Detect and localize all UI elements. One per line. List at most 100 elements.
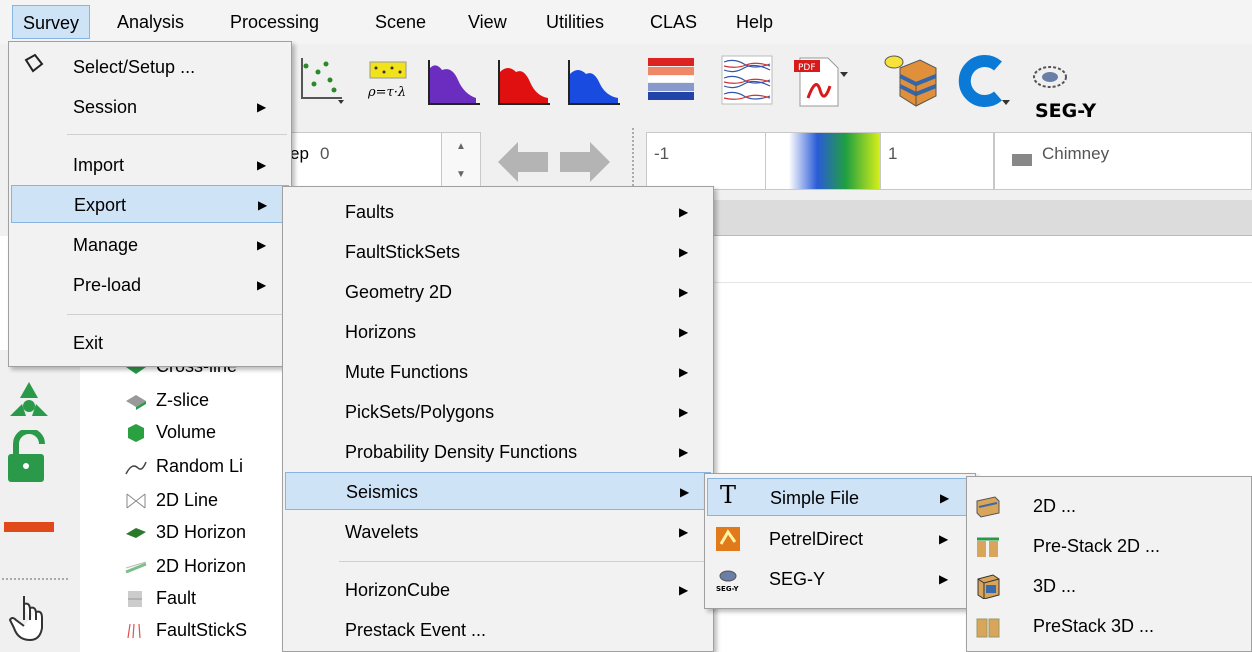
3d-seismic-icon — [977, 574, 1000, 599]
arrow-left-icon[interactable] — [496, 140, 550, 184]
prestack-3d-icon — [976, 618, 1000, 638]
menu-analysis[interactable]: Analysis — [107, 5, 194, 39]
menuitem-mute-functions[interactable]: Mute Functions ▶ — [285, 353, 711, 391]
tree-item-random-line[interactable]: Random Li — [124, 450, 290, 482]
tab-strip — [620, 200, 1252, 236]
faultstick-icon — [124, 620, 148, 642]
tree-item-fault[interactable]: Fault — [124, 582, 196, 614]
menuitem-segy[interactable]: SEG-Y ▶ — [707, 560, 973, 598]
svg-text:ρ=τ·λ: ρ=τ·λ — [367, 85, 406, 100]
clas-logo-icon[interactable] — [952, 50, 1012, 112]
lock-icon[interactable] — [0, 430, 58, 484]
submenu-arrow-icon: ▶ — [257, 100, 267, 114]
simplefile-submenu: 2D ... Pre-Stack 2D ... 3D ... PreStack … — [966, 476, 1252, 652]
fault-icon — [124, 588, 148, 610]
3d-horizon-icon — [124, 522, 148, 544]
colorbar-gradient[interactable] — [765, 132, 881, 190]
menuitem-import[interactable]: Import ▶ — [11, 146, 289, 184]
seismic-colorbar-icon[interactable] — [642, 50, 702, 112]
menuitem-3d[interactable]: 3D ... — [969, 567, 1249, 605]
menu-separator — [67, 134, 287, 135]
submenu-arrow-icon: ▶ — [679, 405, 689, 419]
left-tool-strip — [0, 350, 80, 652]
menuitem-wavelets[interactable]: Wavelets ▶ — [285, 513, 711, 551]
volume-cube-icon — [124, 422, 148, 444]
attribute-field[interactable] — [994, 132, 1252, 190]
pdf-export-icon[interactable]: PDF — [790, 50, 850, 112]
menu-clas[interactable]: CLAS — [640, 5, 707, 39]
menuitem-session[interactable]: Session ▶ — [11, 88, 289, 126]
menuitem-2d[interactable]: 2D ... — [969, 487, 1249, 525]
blue-spectrum-icon[interactable] — [564, 50, 624, 112]
submenu-arrow-icon: ▶ — [257, 158, 267, 172]
submenu-arrow-icon: ▶ — [679, 245, 689, 259]
step-spinner[interactable]: ▲ ▼ — [441, 132, 481, 190]
arrow-right-icon[interactable] — [558, 140, 612, 184]
submenu-arrow-icon: ▶ — [257, 278, 267, 292]
purple-spectrum-icon[interactable] — [424, 50, 484, 112]
menu-processing[interactable]: Processing — [220, 5, 329, 39]
layered-cube-icon[interactable] — [880, 50, 940, 112]
rotate-view-icon[interactable] — [0, 376, 58, 430]
menu-view[interactable]: View — [458, 5, 517, 39]
attribute-label: Chimney — [1042, 144, 1110, 163]
submenu-arrow-icon: ▶ — [679, 285, 689, 299]
menuitem-simple-file[interactable]: Simple File ▶ — [707, 478, 973, 516]
export-submenu: Faults ▶ FaultStickSets ▶ Geometry 2D ▶ Hor… — [282, 186, 714, 652]
menuitem-picksets-polygons[interactable]: PickSets/Polygons ▶ — [285, 393, 711, 431]
submenu-arrow-icon: ▶ — [679, 525, 689, 539]
menuitem-select-setup[interactable]: Select/Setup ... — [11, 48, 289, 86]
hand-pointer-icon[interactable] — [0, 590, 58, 644]
menuitem-export[interactable]: Export ▶ — [11, 185, 289, 223]
spin-down-icon[interactable]: ▼ — [442, 161, 480, 189]
submenu-arrow-icon: ▶ — [939, 532, 949, 546]
prestack-2d-icon — [977, 537, 999, 557]
tree-item-zslice[interactable]: Z-slice — [124, 384, 209, 416]
menuitem-horizons[interactable]: Horizons ▶ — [285, 313, 711, 351]
red-spectrum-icon[interactable] — [494, 50, 554, 112]
menuitem-petreldirect[interactable]: PetrelDirect ▶ — [707, 520, 973, 558]
menu-scene[interactable]: Scene — [365, 5, 436, 39]
submenu-arrow-icon: ▶ — [258, 198, 268, 212]
wiggle-display-icon[interactable] — [718, 50, 778, 112]
impedance-formula-icon[interactable]: ρ=τ·λ — [362, 50, 422, 112]
menuitem-seismics[interactable]: Seismics ▶ — [285, 472, 711, 510]
toolbar-separator — [632, 128, 636, 194]
range-min-value: -1 — [654, 144, 670, 163]
scatter-plot-icon[interactable] — [296, 50, 356, 112]
menuitem-prestack-3d[interactable]: PreStack 3D ... — [969, 607, 1249, 645]
menu-utilities[interactable]: Utilities — [536, 5, 614, 39]
menuitem-faults[interactable]: Faults ▶ — [285, 193, 711, 231]
tree-item-2d-line[interactable]: 2D Line — [124, 484, 218, 516]
menuitem-preload[interactable]: Pre-load ▶ — [11, 266, 289, 304]
tree-item-3d-horizon[interactable]: 3D Horizon — [124, 516, 290, 548]
menuitem-faultsticksets[interactable]: FaultStickSets ▶ — [285, 233, 711, 271]
tree-item-faultsticksets[interactable]: FaultStickS — [124, 614, 284, 646]
random-line-icon — [124, 456, 148, 478]
step-field[interactable] — [290, 132, 442, 190]
svg-text:PDF: PDF — [798, 63, 816, 73]
svg-text:SEG-Y: SEG-Y — [716, 585, 739, 593]
segy-label: SEG-Y — [1035, 100, 1097, 122]
step-value: 0 — [320, 144, 330, 163]
content-divider — [620, 282, 1252, 283]
seismics-submenu: Simple File ▶ T PetrelDirect ▶ SEG-Y ▶ SEG-… — [704, 473, 976, 609]
strip-separator — [2, 578, 68, 580]
menu-help[interactable]: Help — [726, 5, 783, 39]
menuitem-geometry-2d[interactable]: Geometry 2D ▶ — [285, 273, 711, 311]
menuitem-prestack-2d[interactable]: Pre-Stack 2D ... — [969, 527, 1249, 565]
menuitem-horizoncube[interactable]: HorizonCube ▶ — [285, 571, 711, 609]
menuitem-prestack-event[interactable]: Prestack Event ... — [285, 611, 711, 649]
tree-item-volume[interactable]: Volume — [124, 416, 216, 448]
menu-survey[interactable]: Survey — [12, 5, 91, 39]
tree-item-2d-horizon[interactable]: 2D Horizon — [124, 550, 290, 582]
menu-bar: Survey Analysis Processing Scene View Ut… — [0, 0, 1252, 44]
submenu-arrow-icon: ▶ — [680, 485, 690, 499]
menuitem-pdf[interactable]: Probability Density Functions ▶ — [285, 433, 711, 471]
step-label: ep — [290, 144, 309, 163]
submenu-arrow-icon: ▶ — [679, 365, 689, 379]
remove-icon[interactable] — [0, 500, 58, 554]
menuitem-manage[interactable]: Manage ▶ — [11, 226, 289, 264]
spin-up-icon[interactable]: ▲ — [442, 133, 480, 161]
menuitem-exit[interactable]: Exit — [11, 324, 289, 362]
